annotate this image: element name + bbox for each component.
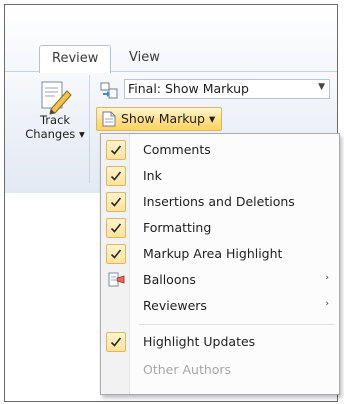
show-markup-icon <box>102 111 116 127</box>
track-changes-label-line2: Changes ▾ <box>25 127 85 141</box>
checkmark-icon <box>106 140 126 160</box>
menu-item-ink[interactable]: Ink <box>101 164 339 188</box>
menu-item-label: Markup Area Highlight <box>143 246 283 261</box>
menu-item-highlight-updates[interactable]: Highlight Updates <box>101 330 339 354</box>
menu-item-label: Reviewers <box>143 298 207 313</box>
submenu-arrow-icon: › <box>325 299 329 309</box>
show-markup-menu: Comments Ink Insertions and Deletions Fo… <box>100 133 340 395</box>
window-frame: Review View Track Changes ▾ Final: Show … <box>4 4 340 402</box>
checkmark-icon <box>106 192 126 212</box>
show-markup-button[interactable]: Show Markup ▾ <box>96 107 222 131</box>
menu-item-label: Insertions and Deletions <box>143 194 295 209</box>
track-changes-icon <box>41 81 72 115</box>
checkmark-icon <box>106 244 126 264</box>
group-divider <box>89 75 90 183</box>
display-for-review-icon <box>100 82 118 99</box>
menu-item-label: Balloons <box>143 272 196 287</box>
menu-separator <box>139 324 335 325</box>
menu-item-label: Highlight Updates <box>143 334 256 349</box>
menu-item-label: Other Authors <box>143 362 232 377</box>
menu-item-markup-area-highlight[interactable]: Markup Area Highlight <box>101 242 339 266</box>
menu-item-insertions-deletions[interactable]: Insertions and Deletions <box>101 190 339 214</box>
menu-item-label: Comments <box>143 142 211 157</box>
menu-item-balloons[interactable]: Balloons › <box>101 268 339 292</box>
menu-item-other-authors: Other Authors <box>101 358 339 382</box>
menu-item-label: Formatting <box>143 220 212 235</box>
show-markup-label: Show Markup ▾ <box>121 111 216 126</box>
checkmark-icon <box>106 218 126 238</box>
submenu-arrow-icon: › <box>325 273 329 283</box>
menu-item-reviewers[interactable]: Reviewers › <box>101 294 339 318</box>
menu-item-formatting[interactable]: Formatting <box>101 216 339 240</box>
tab-view[interactable]: View <box>117 45 172 71</box>
display-for-review-value: Final: Show Markup <box>128 81 249 96</box>
track-changes-label-line1: Track <box>39 113 71 127</box>
menu-item-label: Ink <box>143 168 162 183</box>
display-for-review-dropdown[interactable]: Final: Show Markup ▼ <box>98 79 333 101</box>
checkmark-icon <box>106 332 126 352</box>
chevron-down-icon: ▼ <box>318 82 325 92</box>
checkmark-icon <box>106 166 126 186</box>
track-changes-label: Track Changes ▾ <box>23 113 87 141</box>
menu-item-comments[interactable]: Comments <box>101 138 339 162</box>
balloons-icon <box>108 272 125 287</box>
tab-review[interactable]: Review <box>39 45 112 73</box>
